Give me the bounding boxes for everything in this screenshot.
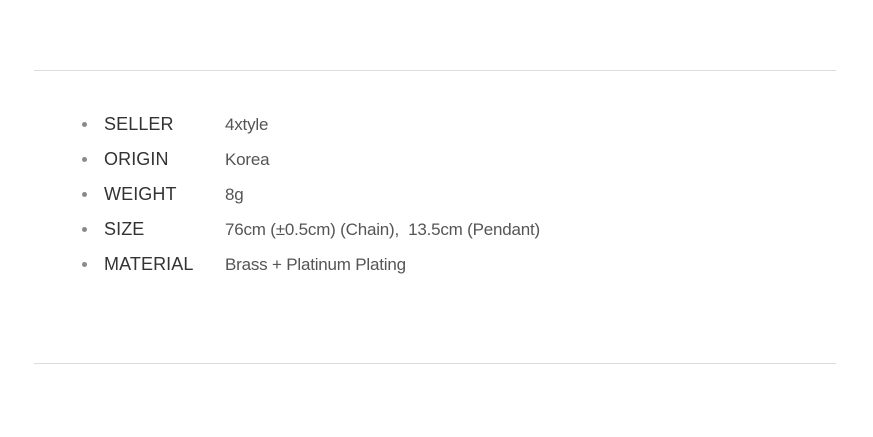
spec-label-weight: WEIGHT [104,184,177,204]
spec-label-seller: SELLER [104,114,174,134]
spec-row-size: SIZE 76cm (±0.5cm) (Chain), 13.5cm (Pend… [0,212,873,247]
bullet-icon [82,227,87,232]
bullet-icon [82,157,87,162]
spec-value-size: 76cm (±0.5cm) (Chain), 13.5cm (Pendant) [225,220,541,239]
spec-label-origin: ORIGIN [104,149,169,169]
product-spec-list: SELLER 4xtyle ORIGIN Korea WEIGHT 8g SIZ… [0,107,873,282]
spec-row-seller: SELLER 4xtyle [0,107,873,142]
spec-row-material: MATERIAL Brass + Platinum Plating [0,247,873,282]
bottom-divider [34,363,836,364]
spec-row-origin: ORIGIN Korea [0,142,873,177]
spec-label-size: SIZE [104,219,145,239]
spec-label-material: MATERIAL [104,254,194,274]
bullet-icon [82,122,87,127]
bullet-icon [82,262,87,267]
bullet-icon [82,192,87,197]
top-divider [34,70,836,71]
spec-row-weight: WEIGHT 8g [0,177,873,212]
spec-value-weight: 8g [225,185,244,204]
spec-value-seller: 4xtyle [225,115,269,134]
spec-value-material: Brass + Platinum Plating [225,255,406,274]
spec-value-origin: Korea [225,150,270,169]
